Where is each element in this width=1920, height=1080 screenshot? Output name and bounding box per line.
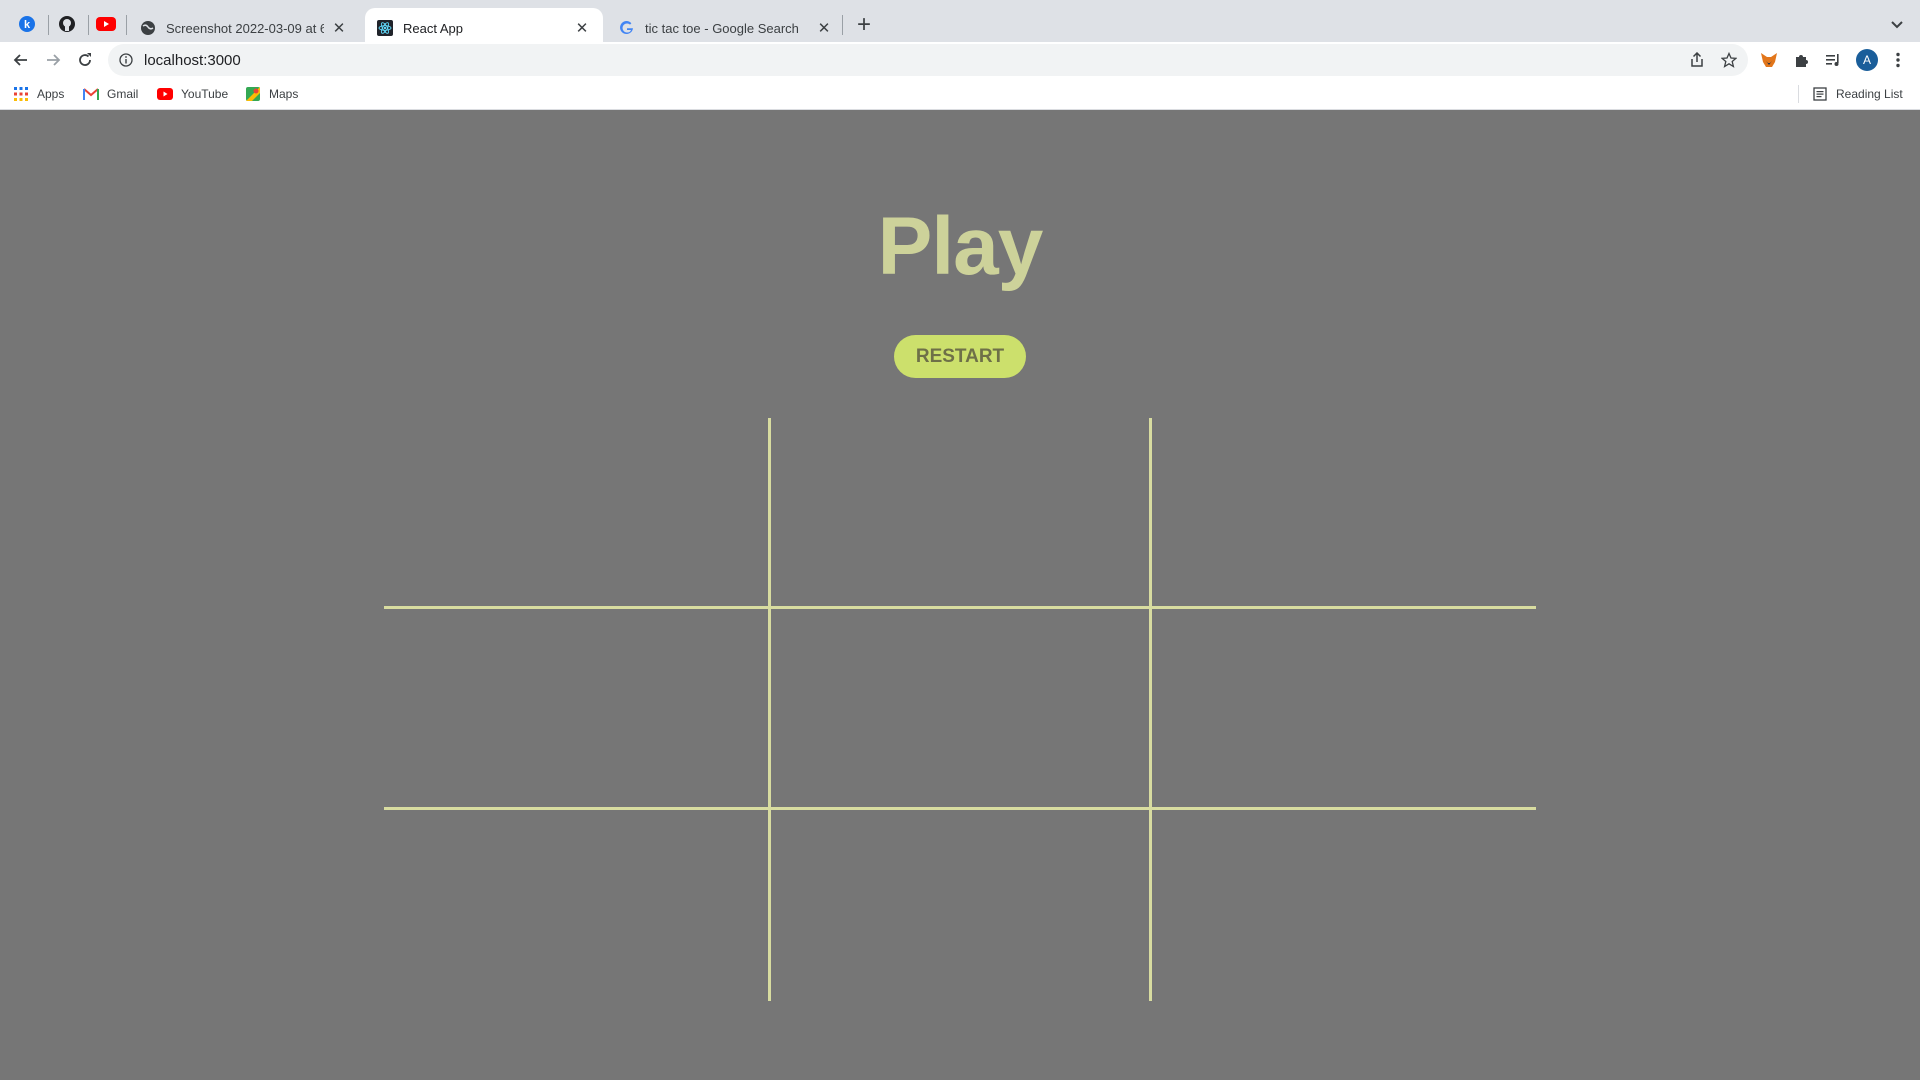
close-tab-icon[interactable]: ✕ <box>330 19 348 37</box>
puzzle-icon <box>1796 55 1808 67</box>
address-bar[interactable]: localhost:3000 <box>108 44 1748 76</box>
github-icon <box>59 16 75 32</box>
media-control-button[interactable] <box>1819 46 1847 74</box>
board-cell-7[interactable] <box>384 807 768 1001</box>
browser-menu-button[interactable] <box>1886 46 1910 74</box>
board-cell-4[interactable] <box>384 609 768 807</box>
tab-title: Screenshot 2022-03-09 at 6.1 <box>166 20 324 36</box>
apps-grid-icon <box>13 86 29 102</box>
playlist-icon <box>1826 54 1839 66</box>
tab-title: tic tac toe - Google Search <box>645 20 799 36</box>
google-icon <box>619 20 635 36</box>
forward-arrow-icon <box>47 54 61 66</box>
maps-icon <box>245 86 261 102</box>
new-tab-button[interactable]: + <box>852 13 876 37</box>
gmail-icon <box>83 86 99 102</box>
tab-title: React App <box>403 20 463 36</box>
fox-icon <box>1761 53 1777 67</box>
tab-strip: k Screenshot 2022-03-09 at 6.1 ✕ React A… <box>0 0 1920 48</box>
bookmark-apps[interactable]: Apps <box>13 84 64 104</box>
reading-list-button[interactable]: Reading List <box>1812 84 1903 104</box>
metamask-extension[interactable] <box>1755 46 1783 74</box>
share-button[interactable] <box>1683 46 1711 74</box>
bookmarks-bar: Apps Gmail YouTube Maps Reading List <box>0 78 1920 110</box>
globe-icon <box>140 20 156 36</box>
share-icon <box>1691 52 1703 67</box>
bookmark-label: Gmail <box>107 87 139 101</box>
url-text: localhost:3000 <box>144 51 241 69</box>
info-icon[interactable] <box>118 52 134 68</box>
bookmark-label: Maps <box>269 87 299 101</box>
page-content: Play RESTART <box>0 110 1920 1080</box>
bookmark-gmail[interactable]: Gmail <box>83 84 138 104</box>
bookmark-star-button[interactable] <box>1715 46 1743 74</box>
reload-icon <box>79 53 91 66</box>
kebab-menu-icon <box>1896 52 1900 68</box>
close-tab-icon[interactable]: ✕ <box>573 19 591 37</box>
board-cell-2[interactable] <box>768 418 1152 609</box>
profile-avatar[interactable]: A <box>1856 49 1878 71</box>
restart-button[interactable]: RESTART <box>894 335 1026 378</box>
bookmark-maps[interactable]: Maps <box>245 84 298 104</box>
board-cell-3[interactable] <box>1152 418 1536 609</box>
youtube-icon <box>96 17 116 31</box>
star-icon <box>1721 52 1737 68</box>
pinned-tab-youtube[interactable] <box>95 13 117 35</box>
board-cell-5[interactable] <box>768 609 1152 807</box>
page-title: Play <box>877 201 1044 292</box>
pinned-tab-github[interactable] <box>56 13 78 35</box>
bookmark-label: Apps <box>37 87 65 101</box>
close-tab-icon[interactable]: ✕ <box>815 19 833 37</box>
youtube-icon <box>157 86 173 102</box>
back-arrow-icon <box>13 54 27 66</box>
forward-button[interactable] <box>39 46 67 74</box>
svg-text:k: k <box>24 19 31 31</box>
back-button[interactable] <box>7 46 35 74</box>
board-cell-8[interactable] <box>768 807 1152 1001</box>
chevron-down-icon <box>1891 21 1903 29</box>
tic-tac-toe-board <box>384 418 1536 1001</box>
bookmark-youtube[interactable]: YouTube <box>157 84 228 104</box>
board-cell-1[interactable] <box>384 418 768 609</box>
tab-search-button[interactable] <box>1885 13 1909 37</box>
k-app-icon: k <box>19 16 35 32</box>
reading-list-label: Reading List <box>1836 87 1903 101</box>
pinned-tab-k-app[interactable]: k <box>16 13 38 35</box>
board-cell-6[interactable] <box>1152 609 1536 807</box>
extensions-button[interactable] <box>1787 46 1815 74</box>
reload-button[interactable] <box>71 46 99 74</box>
toolbar: localhost:3000 A <box>0 42 1920 78</box>
reading-list-icon <box>1812 86 1828 102</box>
react-icon <box>377 20 393 36</box>
bookmark-label: YouTube <box>181 87 229 101</box>
board-cell-9[interactable] <box>1152 807 1536 1001</box>
